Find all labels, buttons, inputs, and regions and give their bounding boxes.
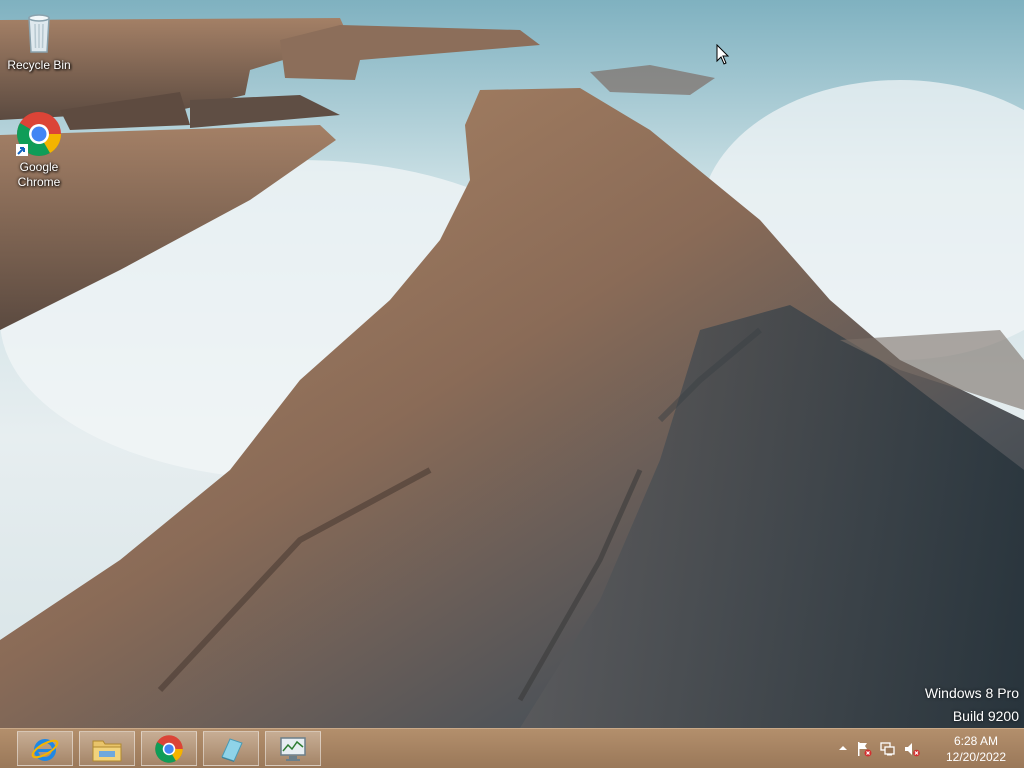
monitor-app-icon xyxy=(280,736,306,761)
mouse-cursor-icon xyxy=(716,44,730,65)
windows-edition-watermark: Windows 8 Pro xyxy=(924,685,1019,701)
desktop-icon-label: Google Chrome xyxy=(17,160,61,189)
app-tile-icon xyxy=(221,737,243,762)
taskbar-button-app-tile[interactable] xyxy=(203,731,259,766)
show-hidden-icons-chevron-icon[interactable] xyxy=(838,743,848,753)
taskbar-clock[interactable]: 6:28 AM 12/20/2022 xyxy=(930,733,1022,765)
windows-build-watermark: Build 9200 xyxy=(952,708,1019,724)
desktop-wallpaper xyxy=(0,0,1024,728)
network-icon[interactable] xyxy=(880,741,896,757)
desktop-icon-label: Recycle Bin xyxy=(7,58,71,72)
volume-muted-icon[interactable] xyxy=(904,741,920,757)
taskbar-button-file-explorer[interactable] xyxy=(79,731,135,766)
chrome-icon xyxy=(155,734,183,763)
taskbar: 6:28 AM 12/20/2022 xyxy=(0,728,1024,768)
file-explorer-icon xyxy=(92,740,122,761)
recycle-bin-icon xyxy=(28,14,50,53)
system-tray: 6:28 AM 12/20/2022 xyxy=(834,729,1024,768)
action-center-flag-icon[interactable] xyxy=(856,741,872,757)
taskbar-button-google-chrome[interactable] xyxy=(141,731,197,766)
internet-explorer-icon xyxy=(31,738,59,761)
chrome-icon xyxy=(16,112,61,156)
clock-time: 6:28 AM xyxy=(953,734,999,748)
clock-date: 12/20/2022 xyxy=(945,750,1007,764)
desktop-icon-recycle-bin[interactable]: Recycle Bin xyxy=(1,8,77,73)
taskbar-button-monitor-app[interactable] xyxy=(265,731,321,766)
taskbar-button-internet-explorer[interactable] xyxy=(17,731,73,766)
desktop-icon-google-chrome[interactable]: Google Chrome xyxy=(1,110,77,190)
desktop[interactable]: Recycle Bin Google Chrome Windows 8 Pro … xyxy=(0,0,1024,768)
